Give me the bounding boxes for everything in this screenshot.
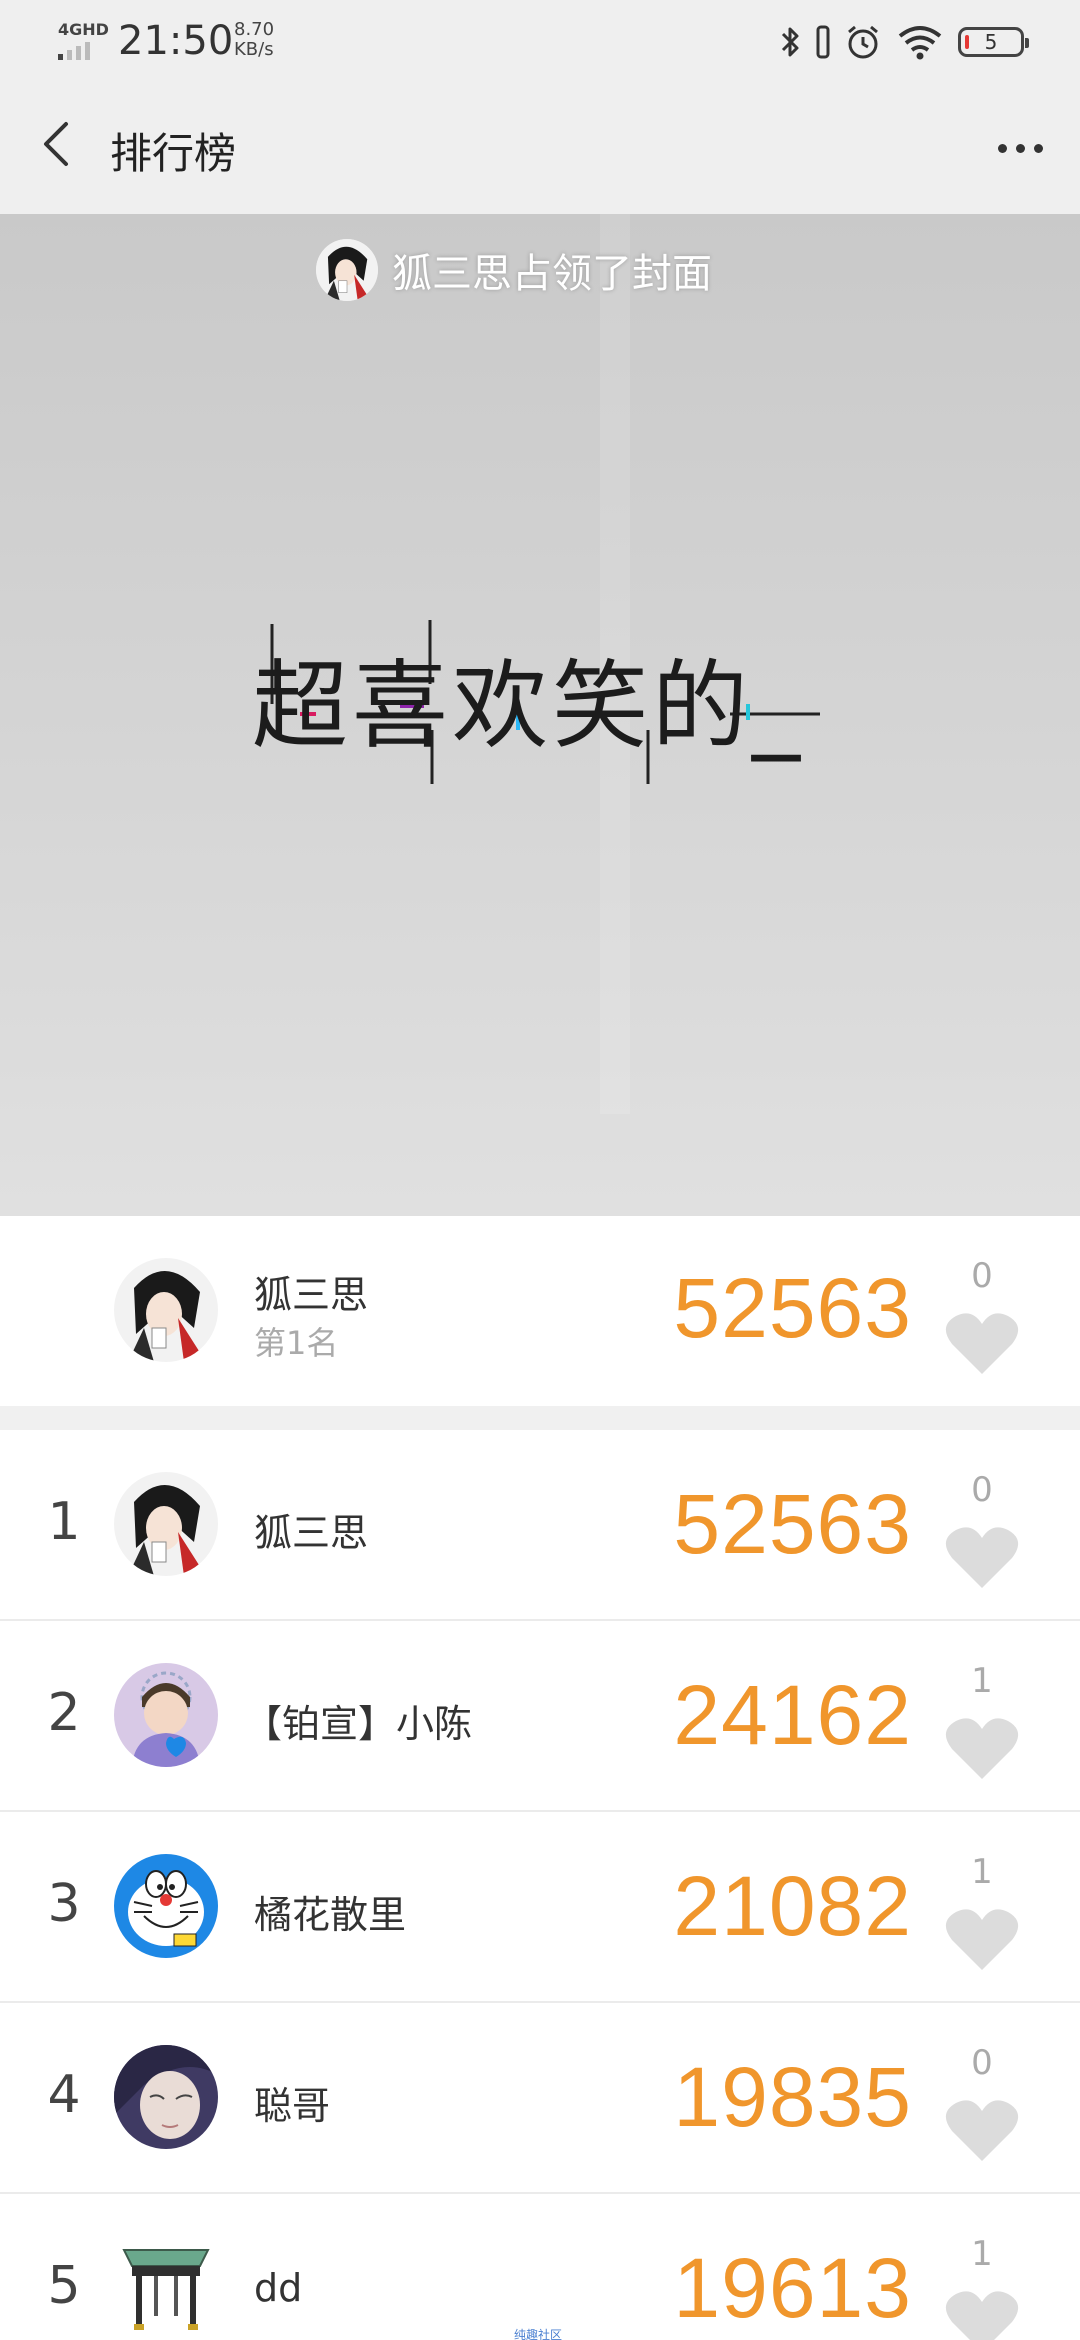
- more-dot: [1033, 143, 1043, 153]
- player-score: 52563: [673, 1477, 912, 1571]
- network-speed: 8.70 KB/s: [234, 20, 274, 60]
- status-icons: 5: [780, 22, 1029, 62]
- like-count: 0: [971, 2043, 993, 2083]
- player-name: 橘花散里: [254, 1893, 407, 1937]
- avatar-portrait-icon: [114, 2045, 218, 2149]
- player-score: 24162: [673, 1668, 912, 1762]
- list-item[interactable]: 2 【铂宣】小陈 24162 1: [0, 1621, 1080, 1812]
- avatar-mahjong-table-icon: [114, 2236, 218, 2340]
- status-bar: 4GHD 21:50 8.70 KB/s 5: [0, 0, 1080, 82]
- page-title: 排行榜: [110, 129, 237, 178]
- player-name: dd: [254, 2266, 303, 2310]
- rank-number: 5: [47, 2256, 81, 2316]
- avatar-child-icon: [114, 1663, 218, 1767]
- heart-icon[interactable]: [942, 2286, 1022, 2340]
- signal-icon: [58, 42, 90, 60]
- cover-owner-banner: 狐三思占领了封面: [316, 234, 712, 306]
- my-score: 52563: [673, 1261, 912, 1355]
- list-item[interactable]: 4 聪哥 19835 0: [0, 2003, 1080, 2194]
- speed-value: 8.70: [234, 19, 275, 40]
- list-item[interactable]: 5 dd 19613 1: [0, 2194, 1080, 2340]
- network-type: 4GHD: [58, 20, 109, 39]
- list-item[interactable]: 3 橘花散里 21082 1: [0, 1812, 1080, 2003]
- more-dot: [1015, 143, 1025, 153]
- rank-number: 2: [47, 1683, 81, 1743]
- bluetooth-icon: [781, 27, 799, 57]
- heart-icon[interactable]: [942, 1522, 1022, 1592]
- avatar[interactable]: [114, 1258, 218, 1362]
- status-time: 21:50: [118, 18, 234, 64]
- back-button[interactable]: [28, 114, 88, 174]
- avatar-anime-icon: [316, 239, 378, 301]
- like-count: 1: [971, 1661, 993, 1701]
- avatar-doraemon-icon: [114, 1854, 218, 1958]
- rank-number: 1: [47, 1492, 81, 1552]
- avatar[interactable]: [114, 1854, 218, 1958]
- like-count: 1: [971, 1852, 993, 1892]
- avatar-anime-icon: [114, 1472, 218, 1576]
- more-dots-icon: [997, 143, 1007, 153]
- my-name: 狐三思: [254, 1273, 369, 1317]
- avatar[interactable]: [114, 1663, 218, 1767]
- battery-icon: 5: [958, 27, 1029, 57]
- my-rank-card[interactable]: 狐三思 第1名 52563 0: [0, 1216, 1080, 1406]
- watermark-text: 纯趣社区: [514, 2328, 563, 2340]
- my-rank-label: 第1名: [254, 1324, 339, 1362]
- avatar[interactable]: [316, 239, 378, 301]
- heart-icon[interactable]: [942, 2095, 1022, 2165]
- avatar[interactable]: [114, 2045, 218, 2149]
- speed-unit: KB/s: [234, 39, 274, 60]
- battery-percent: 5: [984, 30, 998, 54]
- leaderboard-page: 4GHD 21:50 8.70 KB/s 5 排行榜 狐三思占领了封面 超喜欢笑…: [0, 0, 1080, 2340]
- more-button[interactable]: [990, 118, 1050, 178]
- avatar[interactable]: [114, 1472, 218, 1576]
- rank-number: 4: [47, 2065, 81, 2125]
- like-count: 1: [971, 2234, 993, 2274]
- like-count: 0: [971, 1256, 993, 1296]
- chevron-left-icon: [44, 122, 68, 166]
- vibrate-icon: [816, 25, 830, 59]
- player-name: 【铂宣】小陈: [244, 1702, 473, 1746]
- player-score: 19613: [673, 2241, 912, 2335]
- heart-icon[interactable]: [942, 1308, 1022, 1378]
- heart-icon[interactable]: [942, 1904, 1022, 1974]
- player-name: 聪哥: [254, 2084, 331, 2128]
- player-score: 21082: [673, 1859, 912, 1953]
- cover-image[interactable]: 狐三思占领了封面 超喜欢笑的_: [0, 214, 1080, 1216]
- battery-level: [965, 35, 969, 49]
- avatar[interactable]: [114, 2236, 218, 2340]
- heart-icon[interactable]: [942, 1713, 1022, 1783]
- list-item[interactable]: 1 狐三思 52563 0: [0, 1430, 1080, 1621]
- alarm-icon: [848, 25, 878, 59]
- cover-slogan: 超喜欢笑的_: [252, 650, 804, 762]
- rank-number: 3: [47, 1874, 81, 1934]
- nav-bar: 排行榜: [0, 82, 1080, 214]
- player-score: 19835: [673, 2050, 912, 2144]
- rank-list: 1 狐三思 52563 0 2 【铂宣】小陈 24162 1 3 橘花散里 21…: [0, 1430, 1080, 2340]
- cover-owner-text: 狐三思占领了封面: [392, 251, 712, 297]
- player-name: 狐三思: [254, 1511, 369, 1555]
- like-count: 0: [971, 1470, 993, 1510]
- wifi-icon: [898, 26, 942, 60]
- section-divider: [0, 1406, 1080, 1430]
- avatar-anime-icon: [114, 1258, 218, 1362]
